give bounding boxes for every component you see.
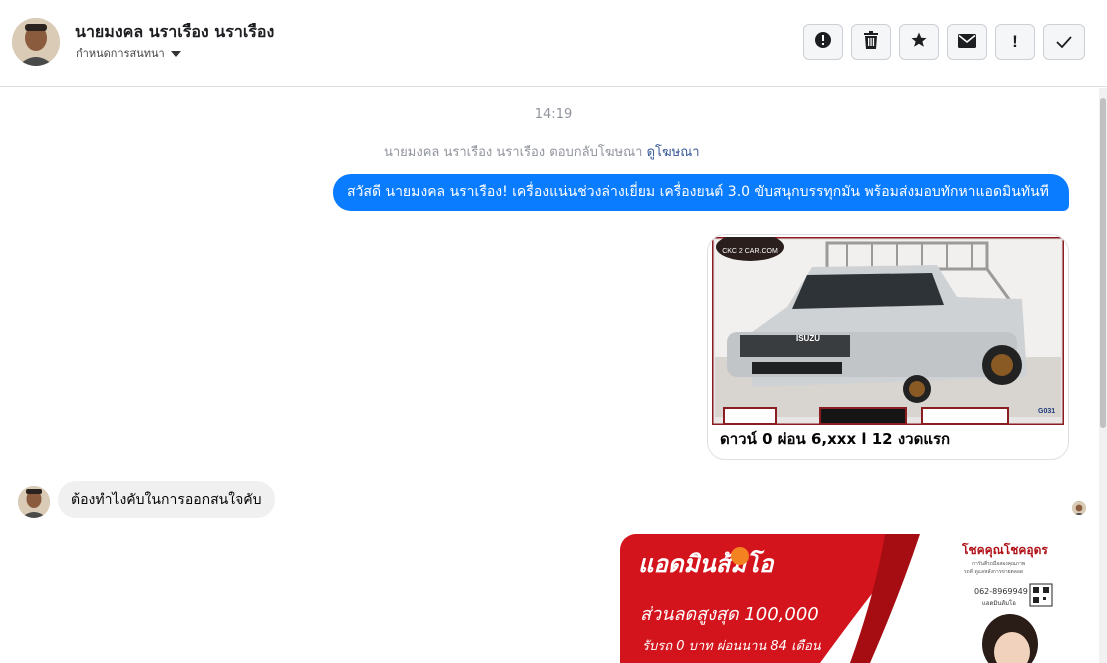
chevron-down-icon: [170, 51, 181, 57]
trash-icon: [863, 31, 879, 53]
attachment-card[interactable]: CKC 2 CAR.COM ISUZU G031 ดาวน์ 0 ผ่อน 6,…: [707, 234, 1069, 460]
contact-name[interactable]: นายมงคล นราเรือง นราเรือง: [75, 20, 274, 45]
sender-avatar[interactable]: [18, 486, 50, 518]
ad-admin-label: แอดมินส้มโอ: [982, 599, 1016, 607]
ad-reply-text: นายมงคล นราเรือง นราเรือง ตอบกลับโฆษณา: [384, 145, 643, 160]
ad-right-sub1: การันตีรถมือสองคุณภาพ: [972, 560, 1025, 567]
car-photo: CKC 2 CAR.COM ISUZU G031: [712, 237, 1064, 425]
star-button[interactable]: [899, 24, 939, 60]
seen-indicator-avatar: [1072, 501, 1086, 515]
scrollbar-thumb[interactable]: [1100, 98, 1106, 428]
ad-reply-note: นายมงคล นราเรือง นราเรือง ตอบกลับโฆษณา ด…: [384, 141, 700, 162]
report-button[interactable]: [803, 24, 843, 60]
ad-right-title: โชคคุณโชคอุดร: [961, 542, 1048, 558]
ad-banner-image[interactable]: แอดมินส้มโอ ส่วนลดสูงสุด 100,000 รับรถ 0…: [620, 534, 1069, 663]
car-grille-text: ISUZU: [796, 334, 820, 343]
delete-button[interactable]: [851, 24, 891, 60]
conversation-settings-dropdown[interactable]: กำหนดการสนทนา: [76, 44, 181, 62]
exclamation-icon: !: [1012, 32, 1018, 51]
incoming-message: ต้องทำไงคับในการออกสนใจคับ: [58, 481, 275, 518]
ad-phone: 062-8969949: [974, 587, 1028, 596]
outgoing-message: สวัสดี นายมงคล นราเรือง! เครื่องแน่นช่วง…: [333, 174, 1069, 211]
mark-unread-button[interactable]: [947, 24, 987, 60]
view-ad-link[interactable]: ดูโฆษณา: [647, 145, 700, 160]
photo-code: G031: [1038, 408, 1055, 415]
done-button[interactable]: [1043, 24, 1085, 60]
dealer-logo-text: CKC 2 CAR.COM: [722, 248, 778, 255]
alert-icon: [814, 31, 832, 53]
ad-banner-graphic: แอดมินส้มโอ ส่วนลดสูงสุด 100,000 รับรถ 0…: [620, 534, 1069, 663]
check-icon: [1056, 33, 1072, 52]
mail-icon: [958, 33, 976, 52]
spam-button[interactable]: !: [995, 24, 1035, 60]
card-caption: ดาวน์ 0 ผ่อน 6,xxx l 12 งวดแรก: [720, 430, 951, 448]
star-icon: [910, 31, 928, 53]
ad-brand: แอดมินส้มโอ: [638, 549, 775, 578]
message-timestamp: 14:19: [534, 107, 573, 122]
contact-avatar[interactable]: [12, 18, 60, 66]
ad-right-sub2: รถดี ดูแลหลังการขายตลอด: [964, 568, 1023, 575]
conversation-header: นายมงคล นราเรือง นราเรือง กำหนดการสนทนา …: [0, 0, 1107, 87]
ad-discount: ส่วนลดสูงสุด 100,000: [640, 604, 819, 625]
conversation-settings-label: กำหนดการสนทนา: [76, 47, 165, 60]
ad-terms: รับรถ 0 บาท ผ่อนนาน 84 เดือน: [642, 639, 822, 654]
